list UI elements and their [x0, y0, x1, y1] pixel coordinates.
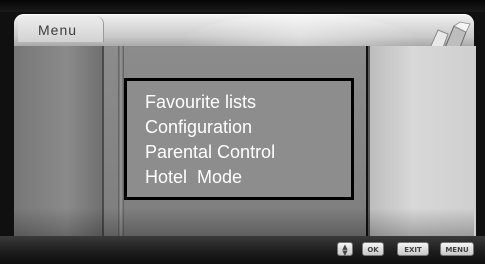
ok-button[interactable]: OK [362, 242, 384, 256]
lower-band [14, 208, 474, 236]
menu-item-hotel-mode[interactable]: Hotel Mode [145, 165, 351, 190]
page-title: Menu [38, 22, 78, 38]
menu-item-favourite-lists[interactable]: Favourite lists [145, 90, 351, 115]
menu-item-configuration[interactable]: Configuration [145, 115, 351, 140]
up-down-arrows-icon: ▲ ▼ [342, 243, 348, 257]
up-down-button[interactable]: ▲ ▼ [337, 242, 353, 257]
exit-button[interactable]: EXIT [397, 242, 429, 256]
menu-box: Favourite lists Configuration Parental C… [124, 78, 354, 200]
menu-button[interactable]: MENU [440, 242, 474, 256]
tv-menu-screen: Menu Favourite lists Configuration Paren… [0, 0, 485, 264]
menu-list: Favourite lists Configuration Parental C… [127, 81, 351, 190]
menu-item-parental-control[interactable]: Parental Control [145, 140, 351, 165]
top-frame [0, 0, 485, 12]
